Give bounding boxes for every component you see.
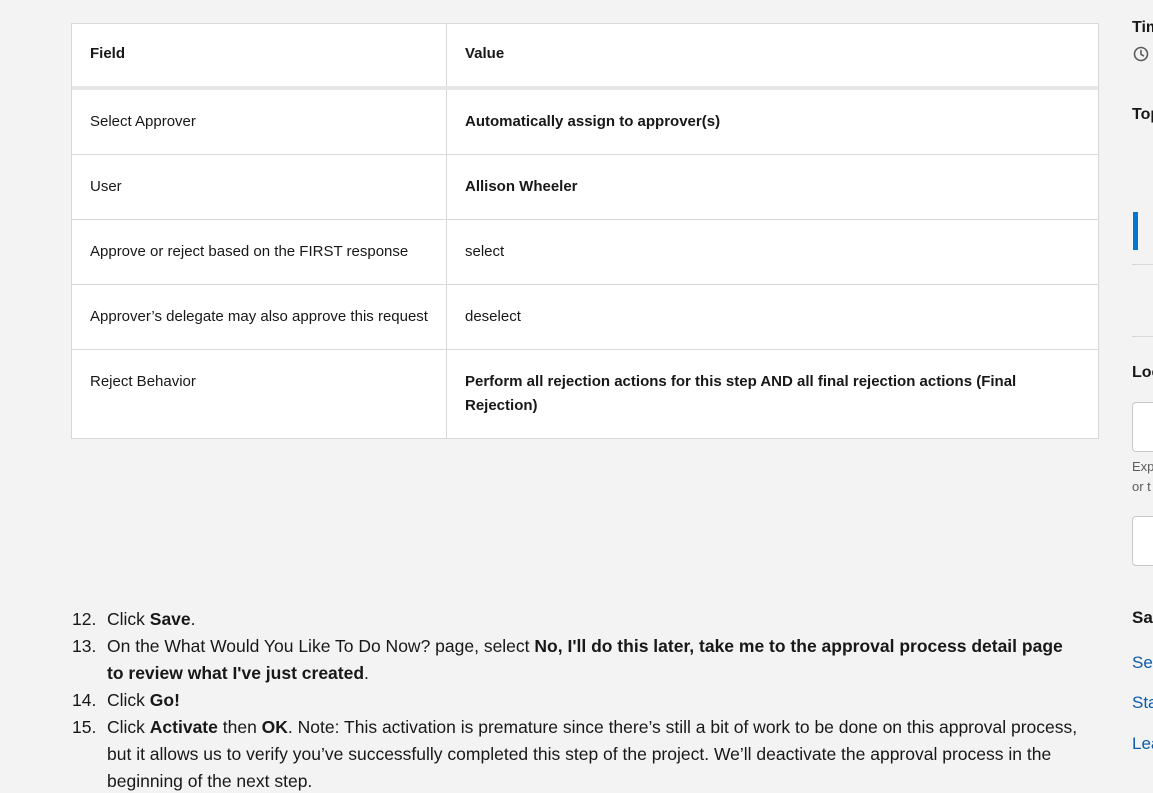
divider (1132, 336, 1153, 337)
table-row: Approve or reject based on the FIRST res… (72, 219, 1098, 284)
step-emphasis: Go! (149, 690, 180, 710)
step-number: 13. (72, 636, 97, 656)
step-emphasis: OK (261, 717, 288, 737)
step-text-segment: Click (107, 717, 150, 737)
step-item: 12. Click Save. (72, 606, 1082, 633)
column-header-value: Value (465, 45, 505, 62)
page: Field Value Select Approver Automatically… (0, 0, 1153, 793)
table-row: Approver’s delegate may also approve thi… (72, 284, 1098, 349)
secondary-input[interactable] (1132, 516, 1153, 566)
field-cell: Approver’s delegate may also approve thi… (72, 285, 447, 349)
step-emphasis: Save (149, 609, 191, 629)
step-item: 14. Click Go! (72, 687, 1082, 714)
step-item: 13. On the What Would You Like To Do Now?… (72, 633, 1082, 687)
step-text-segment: then (217, 717, 262, 737)
divider (1132, 264, 1153, 265)
step-text-segment: . (364, 663, 369, 683)
sidebar-link-3[interactable]: Lea (1132, 734, 1153, 754)
step-number: 15. (72, 717, 97, 737)
step-text-segment: On the What Would You Like To Do Now? pa… (107, 636, 535, 656)
column-header-field: Field (72, 24, 447, 86)
value-cell: select (465, 243, 505, 260)
field-value-table: Field Value Select Approver Automatically… (71, 23, 1099, 439)
table-row: User Allison Wheeler (72, 154, 1098, 219)
value-cell: Perform all rejection actions for this s… (465, 373, 1017, 414)
table-header-row: Field Value (72, 24, 1098, 90)
sidebar-link-1[interactable]: Se (1132, 653, 1153, 673)
help-text-line-2: or t (1132, 479, 1151, 494)
table-row: Reject Behavior Perform all rejection act… (72, 349, 1098, 438)
table-row: Select Approver Automatically assign to a… (72, 90, 1098, 154)
active-indicator-bar (1133, 212, 1138, 250)
right-sidebar: Tim Top Loc Exp or t Sa Se Sta Lea (1132, 0, 1153, 793)
field-cell: Approve or reject based on the FIRST res… (72, 220, 447, 284)
step-number: 12. (72, 609, 97, 629)
step-text-segment: Click (107, 609, 150, 629)
instruction-steps: 12. Click Save. 13. On the What Would You L… (72, 606, 1082, 793)
field-cell: Reject Behavior (72, 350, 447, 438)
step-number: 14. (72, 690, 97, 710)
step-text-segment: Click (107, 690, 150, 710)
field-cell: User (72, 155, 447, 219)
value-cell: Automatically assign to approver(s) (465, 113, 721, 130)
step-text: On the What Would You Like To Do Now? pa… (107, 633, 1082, 687)
value-cell: Allison Wheeler (465, 178, 578, 195)
step-text-segment: . (190, 609, 196, 629)
locale-heading: Loc (1132, 364, 1153, 381)
locale-input[interactable] (1132, 402, 1153, 452)
step-text: Click Save. (107, 606, 1082, 633)
step-emphasis: Activate (149, 717, 218, 737)
sidebar-link-2[interactable]: Sta (1132, 693, 1153, 713)
step-text: Click Go! (107, 687, 1082, 714)
help-text-line-1: Exp (1132, 459, 1153, 474)
time-heading: Tim (1132, 19, 1153, 36)
field-cell: Select Approver (72, 90, 447, 154)
save-heading: Sa (1132, 608, 1153, 627)
value-cell: deselect (465, 308, 521, 325)
topics-heading: Top (1132, 106, 1153, 123)
clock-icon (1133, 46, 1149, 62)
step-text: Click Activate then OK. Note: This activ… (107, 714, 1082, 793)
step-item: 15. Click Activate then OK. Note: This ac… (72, 714, 1082, 793)
